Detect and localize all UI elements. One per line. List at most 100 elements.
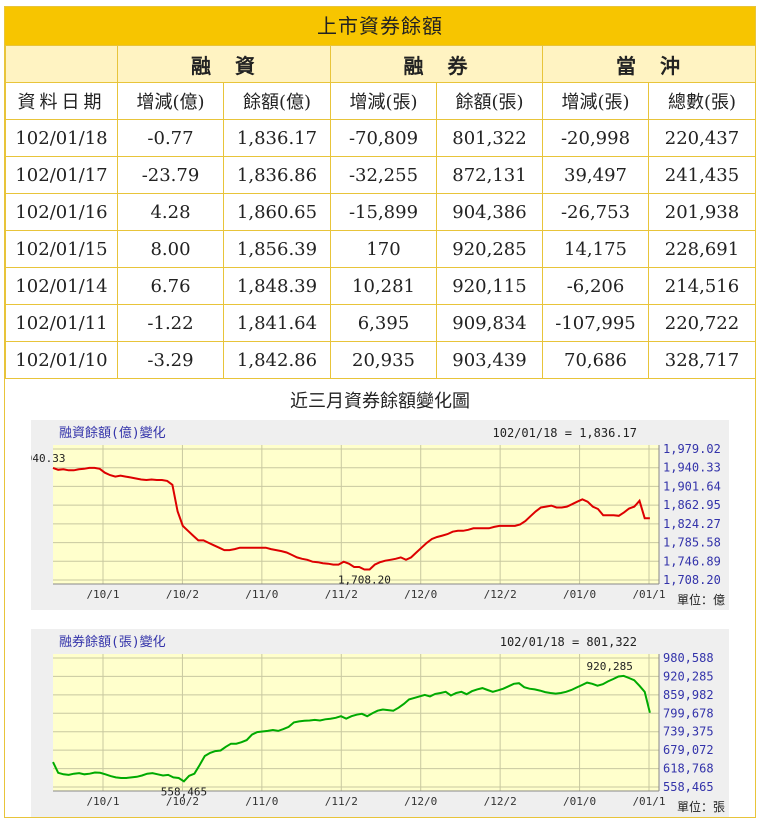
y-tick-label: 1,746.89 — [663, 554, 721, 568]
table-cell: 920,285 — [436, 230, 543, 268]
y-tick-label: 920,285 — [663, 669, 714, 683]
x-tick-label: /10/1 — [86, 588, 119, 601]
y-tick-label: 1,862.95 — [663, 498, 721, 512]
y-tick-label: 739,375 — [663, 725, 714, 739]
table-cell: 1,860.65 — [223, 193, 331, 231]
chart-title: 融資餘額(億)變化 — [59, 425, 166, 441]
table-row: 102/01/15 8.00 1,856.39 170 920,285 14,1… — [5, 230, 756, 268]
plot-area — [53, 654, 659, 791]
table-cell: 20,935 — [330, 341, 437, 379]
table-row: 102/01/18 -0.77 1,836.17 -70,809 801,322… — [5, 119, 756, 157]
table-cell: 872,131 — [436, 156, 543, 194]
column-header-row: 資料日期 增減(億) 餘額(億) 增減(張) 餘額(張) 增減(張) 總數(張) — [5, 82, 756, 120]
x-tick-label: /11/0 — [245, 588, 278, 601]
table-cell: 220,722 — [648, 304, 756, 342]
table-cell: 220,437 — [648, 119, 756, 157]
x-tick-label: /11/0 — [245, 795, 278, 808]
table-row: 102/01/11 -1.22 1,841.64 6,395 909,834 -… — [5, 304, 756, 342]
table-cell: -3.29 — [117, 341, 224, 379]
margin-purchase-chart: 1,979.02 1,940.33 1,901.64 1,862.95 1,824.27… — [31, 420, 729, 610]
table-cell-date: 102/01/16 — [5, 193, 118, 231]
x-tick-label: /12/0 — [404, 795, 437, 808]
table-cell-date: 102/01/10 — [5, 341, 118, 379]
table-cell-date: 102/01/18 — [5, 119, 118, 157]
plot-area — [53, 445, 659, 584]
table-cell: -20,998 — [542, 119, 649, 157]
x-tick-label: /11/2 — [325, 588, 358, 601]
table-cell: 1,836.86 — [223, 156, 331, 194]
table-cell: 39,497 — [542, 156, 649, 194]
table-cell: 10,281 — [330, 267, 437, 305]
min-label: 1,708.20 — [338, 573, 391, 586]
unit-label: 單位：張 — [677, 799, 725, 814]
y-tick-label: 1,708.20 — [663, 573, 721, 587]
table-cell: 214,516 — [648, 267, 756, 305]
table-cell: 903,439 — [436, 341, 543, 379]
table-cell: -23.79 — [117, 156, 224, 194]
table-row: 102/01/16 4.28 1,860.65 -15,899 904,386 … — [5, 193, 756, 231]
column-header: 增減(張) — [542, 82, 649, 120]
chart-readout: 102/01/18 = 1,836.17 — [493, 426, 638, 440]
column-header: 餘額(張) — [436, 82, 543, 120]
chart-title: 融券餘額(張)變化 — [59, 634, 166, 650]
max-label: 1,940.33 — [31, 452, 65, 465]
table-cell: 904,386 — [436, 193, 543, 231]
table-cell: 4.28 — [117, 193, 224, 231]
column-header: 增減(張) — [330, 82, 437, 120]
x-tick-label: /10/2 — [166, 588, 199, 601]
column-header: 餘額(億) — [223, 82, 331, 120]
table-cell: -15,899 — [330, 193, 437, 231]
group-header-short-sale: 融 券 — [330, 45, 543, 83]
group-header-margin-purchase: 融 資 — [117, 45, 331, 83]
y-tick-label: 679,072 — [663, 743, 714, 757]
table-cell: 1,848.39 — [223, 267, 331, 305]
y-tick-label: 1,940.33 — [663, 461, 721, 475]
charts-heading: 近三月資券餘額變化圖 — [290, 391, 470, 412]
x-tick-label: /12/0 — [404, 588, 437, 601]
table-cell: 1,836.17 — [223, 119, 331, 157]
y-tick-label: 1,901.64 — [663, 479, 721, 493]
table-cell-date: 102/01/11 — [5, 304, 118, 342]
table-cell: 170 — [330, 230, 437, 268]
table-cell: 228,691 — [648, 230, 756, 268]
table-row: 102/01/10 -3.29 1,842.86 20,935 903,439 … — [5, 341, 756, 379]
table-cell: 801,322 — [436, 119, 543, 157]
y-tick-label: 1,785.58 — [663, 536, 721, 550]
table-cell: 6,395 — [330, 304, 437, 342]
table-cell: 1,842.86 — [223, 341, 331, 379]
group-header-day-trade: 當 沖 — [542, 45, 756, 83]
table-cell: -6,206 — [542, 267, 649, 305]
margin-balance-table: 融 資 融 券 當 沖 資料日期 增減(億) 餘額(億) 增減(張) 餘額(張)… — [5, 45, 756, 379]
margin-table-frame: 上市資券餘額 融 資 融 券 當 沖 資料日期 增減(億) 餘額(億) 增減(張… — [4, 6, 756, 818]
x-tick-label: /01/1 — [632, 588, 665, 601]
table-row: 102/01/14 6.76 1,848.39 10,281 920,115 -… — [5, 267, 756, 305]
min-label: 558,465 — [161, 785, 207, 798]
y-tick-label: 1,979.02 — [663, 442, 721, 456]
table-cell: -107,995 — [542, 304, 649, 342]
y-tick-label: 859,982 — [663, 688, 714, 702]
x-tick-label: /10/1 — [86, 795, 119, 808]
y-tick-label: 980,588 — [663, 651, 714, 665]
max-label: 920,285 — [587, 660, 633, 673]
x-tick-label: /01/0 — [563, 588, 596, 601]
chart-readout: 102/01/18 = 801,322 — [500, 635, 637, 649]
x-tick-label: /01/1 — [632, 795, 665, 808]
table-cell: -32,255 — [330, 156, 437, 194]
table-cell: 920,115 — [436, 267, 543, 305]
x-tick-label: /01/0 — [563, 795, 596, 808]
group-header-blank — [5, 45, 118, 83]
table-cell: 70,686 — [542, 341, 649, 379]
column-header: 資料日期 — [5, 82, 118, 120]
table-cell: 201,938 — [648, 193, 756, 231]
table-cell: 1,841.64 — [223, 304, 331, 342]
table-cell: 1,856.39 — [223, 230, 331, 268]
table-cell-date: 102/01/14 — [5, 267, 118, 305]
x-tick-label: /12/2 — [484, 795, 517, 808]
table-cell: -0.77 — [117, 119, 224, 157]
unit-label: 單位：億 — [677, 592, 725, 607]
table-cell-date: 102/01/15 — [5, 230, 118, 268]
short-sale-chart: 980,588 920,285 859,982 799,678 739,375 679,0… — [31, 629, 729, 817]
y-tick-label: 618,768 — [663, 762, 714, 776]
table-cell: 909,834 — [436, 304, 543, 342]
table-cell: 6.76 — [117, 267, 224, 305]
